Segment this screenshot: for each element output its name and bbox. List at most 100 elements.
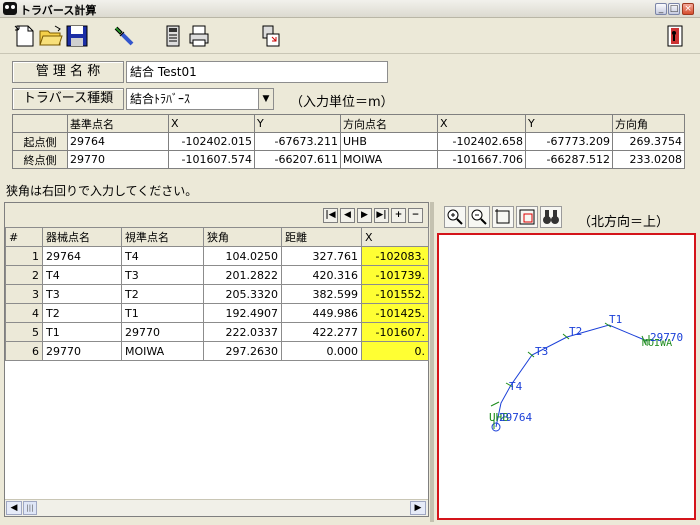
table-cell[interactable]: 269.3754: [612, 132, 685, 151]
grid-header-row: # 器械点名 視準点名 狭角 距離 X: [5, 227, 429, 247]
table-cell[interactable]: -101425.: [361, 303, 429, 323]
table-cell[interactable]: T2: [42, 303, 122, 323]
minimize-button[interactable]: _: [655, 3, 667, 15]
nav-next-button[interactable]: ▶: [357, 208, 372, 223]
calculator-icon: [166, 25, 180, 47]
scroll-left-icon[interactable]: ◀: [6, 501, 22, 515]
toolbar: [0, 19, 700, 54]
map-label-t1: T1: [609, 313, 622, 326]
table-cell[interactable]: -67773.209: [525, 132, 613, 151]
row-number[interactable]: 5: [5, 322, 43, 342]
table-cell[interactable]: 422.277: [281, 322, 362, 342]
table-cell[interactable]: -67673.211: [254, 132, 341, 151]
table-cell[interactable]: 29770: [67, 150, 169, 169]
table-cell[interactable]: T4: [121, 246, 204, 266]
table-cell[interactable]: -102083.: [361, 246, 429, 266]
remove-row-button[interactable]: −: [408, 208, 423, 223]
table-row: 起点側 29764 -102402.015 -67673.211 UHB -10…: [12, 132, 685, 151]
table-cell[interactable]: -102402.658: [437, 132, 526, 151]
add-row-button[interactable]: +: [391, 208, 406, 223]
table-cell[interactable]: T1: [121, 303, 204, 323]
row-number[interactable]: 4: [5, 303, 43, 323]
table-cell[interactable]: -66287.512: [525, 150, 613, 169]
table-cell[interactable]: MOIWA: [121, 341, 204, 361]
table-cell[interactable]: -101607.574: [168, 150, 255, 169]
maximize-button[interactable]: □: [668, 3, 680, 15]
new-file-button[interactable]: [12, 23, 38, 49]
table-cell[interactable]: 29770: [42, 341, 122, 361]
table-cell[interactable]: MOIWA: [340, 150, 438, 169]
table-cell[interactable]: T3: [121, 265, 204, 285]
nav-first-button[interactable]: |◀: [323, 208, 338, 223]
calculator-button[interactable]: [160, 23, 186, 49]
table-cell[interactable]: 0.000: [281, 341, 362, 361]
zoom-out-button[interactable]: [468, 206, 490, 228]
column-header: 狭角: [203, 227, 282, 247]
close-button[interactable]: ×: [682, 3, 694, 15]
splitter[interactable]: [430, 202, 434, 522]
table-cell[interactable]: 29764: [42, 246, 122, 266]
table-cell[interactable]: T1: [42, 322, 122, 342]
table-cell[interactable]: UHB: [340, 132, 438, 151]
window-title: トラバース計算: [20, 4, 97, 17]
zoom-in-icon: [447, 209, 463, 225]
zoom-in-button[interactable]: [444, 206, 466, 228]
find-button[interactable]: [540, 206, 562, 228]
app-icon: [3, 2, 17, 15]
exit-button[interactable]: [662, 23, 688, 49]
row-number[interactable]: 2: [5, 265, 43, 285]
table-cell[interactable]: -102402.015: [168, 132, 255, 151]
row-number[interactable]: 1: [5, 246, 43, 266]
name-input[interactable]: 結合 Test01: [126, 61, 388, 83]
horizontal-scrollbar[interactable]: ◀ ||| ▶: [5, 499, 428, 516]
save-button[interactable]: [64, 23, 90, 49]
column-header: #: [5, 227, 43, 247]
table-cell[interactable]: T3: [42, 284, 122, 304]
traverse-map-canvas[interactable]: UHB 29764 T4 T3 T2 T1 MOIWA 29770: [439, 235, 694, 518]
table-cell[interactable]: 233.0208: [612, 150, 685, 169]
traverse-map[interactable]: UHB 29764 T4 T3 T2 T1 MOIWA 29770: [437, 233, 696, 520]
table-cell[interactable]: -66207.611: [254, 150, 341, 169]
table-cell[interactable]: 104.0250: [203, 246, 282, 266]
table-cell[interactable]: -101607.: [361, 322, 429, 342]
table-cell[interactable]: -101667.706: [437, 150, 526, 169]
table-cell[interactable]: 449.986: [281, 303, 362, 323]
title-bar: トラバース計算 _ □ ×: [0, 0, 700, 18]
nav-last-button[interactable]: ▶|: [374, 208, 389, 223]
map-label-29770: 29770: [650, 331, 683, 344]
table-cell[interactable]: T4: [42, 265, 122, 285]
table-cell[interactable]: 29770: [121, 322, 204, 342]
zoom-window-button[interactable]: [516, 206, 538, 228]
table-cell[interactable]: 297.2630: [203, 341, 282, 361]
table-cell[interactable]: 382.599: [281, 284, 362, 304]
fit-view-button[interactable]: [492, 206, 514, 228]
table-row: 6 29770 MOIWA 297.2630 0.000 0.: [5, 341, 429, 361]
table-cell[interactable]: 29764: [67, 132, 169, 151]
table-cell[interactable]: 222.0337: [203, 322, 282, 342]
print-button[interactable]: [186, 23, 212, 49]
table-cell[interactable]: -101739.: [361, 265, 429, 285]
traverse-grid-panel: |◀ ◀ ▶ ▶| + − # 器械点名 視準点名 狭角 距離 X 1 2976…: [4, 202, 429, 517]
table-cell[interactable]: 327.761: [281, 246, 362, 266]
table-cell[interactable]: 192.4907: [203, 303, 282, 323]
open-folder-button[interactable]: [38, 23, 64, 49]
open-folder-icon: [39, 25, 63, 46]
chevron-down-icon[interactable]: ▼: [258, 89, 273, 109]
scrollbar-thumb[interactable]: |||: [23, 501, 37, 515]
table-cell[interactable]: T2: [121, 284, 204, 304]
row-number[interactable]: 6: [5, 341, 43, 361]
table-cell[interactable]: 0.: [361, 341, 429, 361]
row-number[interactable]: 3: [5, 284, 43, 304]
nav-prev-button[interactable]: ◀: [340, 208, 355, 223]
table-cell[interactable]: -101552.: [361, 284, 429, 304]
type-select[interactable]: 結合ﾄﾗﾊﾞｰｽ ▼: [126, 88, 274, 110]
type-label: トラバース種類: [12, 88, 124, 110]
table-cell[interactable]: 420.316: [281, 265, 362, 285]
table-cell[interactable]: 201.2822: [203, 265, 282, 285]
settings-button[interactable]: [112, 23, 138, 49]
table-header-row: 基準点名 X Y 方向点名 X Y 方向角: [12, 114, 685, 133]
table-cell[interactable]: 205.3320: [203, 284, 282, 304]
export-button[interactable]: [258, 23, 284, 49]
scroll-right-icon[interactable]: ▶: [410, 501, 426, 515]
column-header: X: [361, 227, 429, 247]
